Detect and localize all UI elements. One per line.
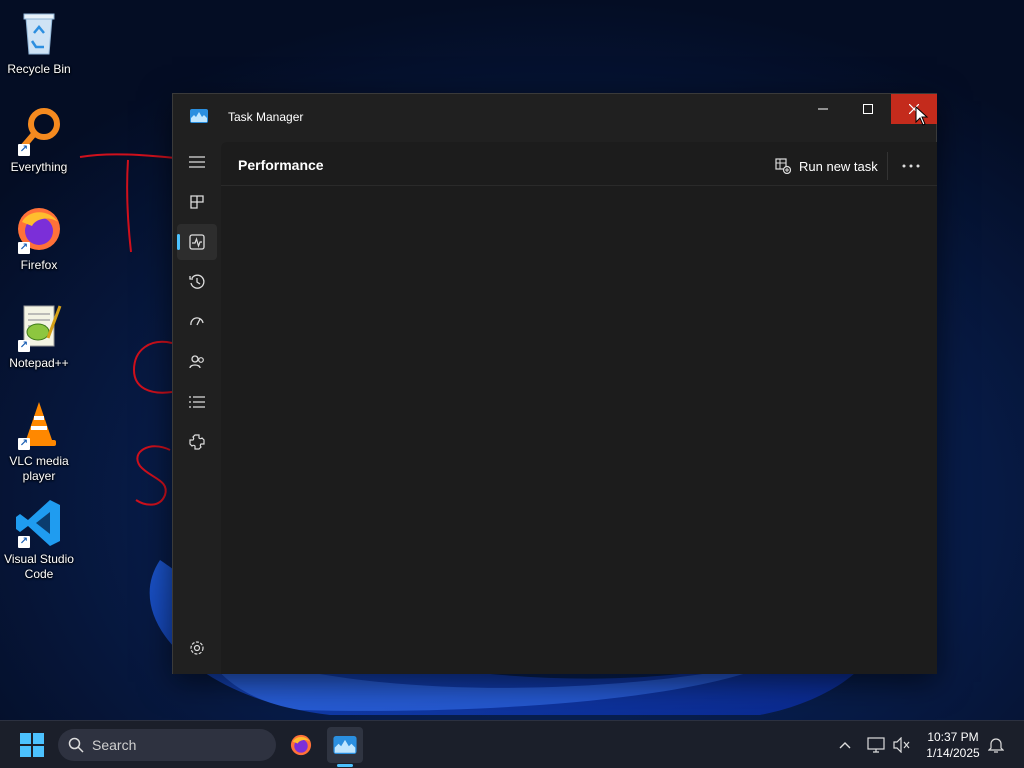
- hamburger-menu-icon: [189, 156, 205, 168]
- app-history-icon: [189, 274, 205, 289]
- minimize-icon: [818, 108, 828, 110]
- maximize-icon: [863, 104, 873, 114]
- nav-settings[interactable]: [177, 630, 217, 666]
- nav-processes[interactable]: [177, 184, 217, 220]
- run-new-task-icon: [775, 158, 791, 174]
- shortcut-arrow-icon: ↗: [18, 144, 30, 156]
- details-icon: [189, 396, 205, 408]
- nav-startup-apps[interactable]: [177, 304, 217, 340]
- desktop-icon-label: Notepad++: [9, 356, 69, 370]
- more-dots-icon: [902, 164, 920, 168]
- desktop-icon-everything[interactable]: ↗ Everything: [0, 106, 78, 175]
- minimize-button[interactable]: [800, 94, 846, 124]
- show-hidden-icons-button[interactable]: [835, 735, 855, 755]
- everything-search-icon: ↗: [14, 106, 64, 156]
- run-new-task-button[interactable]: Run new task: [775, 156, 878, 176]
- nav-services[interactable]: [177, 424, 217, 460]
- search-icon: [68, 737, 84, 753]
- close-button[interactable]: [891, 94, 937, 124]
- nav-users[interactable]: [177, 344, 217, 380]
- clock-time: 10:37 PM: [927, 730, 979, 744]
- desktop-icon-label: Visual Studio Code: [4, 552, 74, 581]
- mouse-cursor-icon: [915, 106, 929, 126]
- taskbar-firefox-button[interactable]: [283, 727, 319, 763]
- window-titlebar[interactable]: Task Manager: [173, 94, 937, 142]
- task-manager-app-icon: [333, 736, 357, 754]
- desktop-icon-vlc[interactable]: ↗ VLC media player: [0, 400, 78, 484]
- taskbar: Search 10:37 PM 1/14/2025: [0, 720, 1024, 768]
- main-content-area: Performance Run new task: [221, 142, 937, 674]
- desktop-icon-recycle-bin[interactable]: Recycle Bin: [0, 8, 78, 77]
- desktop-icon-label: Everything: [10, 160, 68, 174]
- search-placeholder: Search: [92, 737, 137, 753]
- users-icon: [189, 355, 204, 369]
- notifications-button[interactable]: [986, 735, 1006, 755]
- performance-icon: [189, 234, 205, 250]
- firefox-icon: [290, 734, 312, 756]
- firefox-icon: ↗: [14, 204, 64, 254]
- desktop-icon-label: Recycle Bin: [7, 62, 71, 76]
- start-button[interactable]: [16, 731, 48, 759]
- task-manager-app-icon: [190, 109, 208, 123]
- recycle-bin-icon: [14, 8, 64, 58]
- shortcut-arrow-icon: ↗: [18, 438, 30, 450]
- volume-button[interactable]: [892, 735, 912, 755]
- shortcut-arrow-icon: ↗: [18, 242, 30, 254]
- desktop-icon-label: Firefox: [20, 258, 58, 272]
- nav-hamburger-menu[interactable]: [177, 144, 217, 180]
- taskbar-clock[interactable]: 10:37 PM 1/14/2025: [918, 729, 988, 761]
- desktop-icon-label: VLC media player: [9, 454, 69, 483]
- startup-apps-icon: [190, 317, 204, 326]
- notepadpp-icon: ↗: [14, 302, 64, 352]
- window-title: Task Manager: [228, 110, 304, 124]
- desktop-icon-notepadpp[interactable]: ↗ Notepad++: [0, 302, 78, 371]
- taskbar-task-manager-button[interactable]: [327, 727, 363, 763]
- speaker-muted-icon: [893, 737, 910, 753]
- clock-date: 1/14/2025: [926, 746, 980, 760]
- header-divider: [887, 152, 888, 180]
- shortcut-arrow-icon: ↗: [18, 536, 30, 548]
- desktop-icon-vscode[interactable]: ↗ Visual Studio Code: [0, 498, 78, 582]
- nav-details[interactable]: [177, 384, 217, 420]
- shortcut-arrow-icon: ↗: [18, 340, 30, 352]
- network-icon: [867, 737, 885, 753]
- vscode-icon: ↗: [14, 498, 64, 548]
- settings-icon: [190, 641, 204, 655]
- chevron-up-icon: [839, 742, 851, 749]
- navigation-sidebar: [173, 142, 221, 674]
- services-icon: [189, 434, 205, 450]
- page-header: Performance Run new task: [221, 142, 937, 186]
- desktop-icon-firefox[interactable]: ↗ Firefox: [0, 204, 78, 273]
- processes-icon: [190, 195, 204, 209]
- windows-logo-icon: [20, 733, 44, 757]
- run-new-task-label: Run new task: [799, 158, 878, 174]
- maximize-button[interactable]: [845, 94, 891, 124]
- nav-app-history[interactable]: [177, 264, 217, 300]
- nav-performance[interactable]: [177, 224, 217, 260]
- vlc-cone-icon: ↗: [14, 400, 64, 450]
- page-title: Performance: [238, 157, 324, 173]
- taskbar-search-box[interactable]: Search: [58, 729, 276, 761]
- network-status-button[interactable]: [866, 735, 886, 755]
- task-manager-window[interactable]: Task Manager Performance Run new task: [172, 93, 937, 674]
- bell-icon: [988, 738, 1004, 753]
- running-app-indicator: [337, 764, 353, 767]
- more-options-button[interactable]: [897, 154, 925, 178]
